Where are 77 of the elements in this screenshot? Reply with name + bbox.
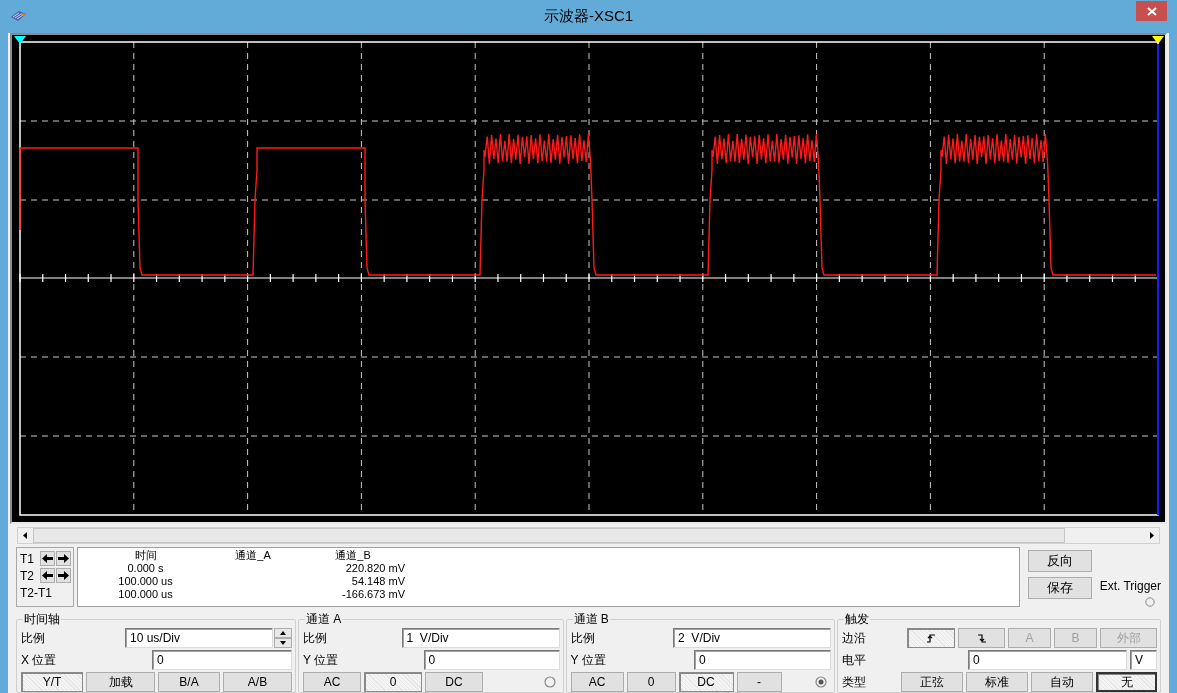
ext-trigger-label: Ext. Trigger — [1099, 579, 1161, 593]
left-arrow-icon — [42, 571, 53, 580]
field-label: 电平 — [842, 651, 868, 669]
mode-button[interactable]: B/A — [158, 672, 220, 692]
column-header: 时间 — [133, 549, 158, 562]
right-arrow-icon — [58, 571, 69, 580]
group-title: 通道 A — [305, 611, 343, 628]
level-field[interactable]: 0 — [968, 650, 1127, 670]
mode-button[interactable]: AC — [303, 672, 361, 692]
cursor-move-button[interactable] — [56, 551, 71, 566]
cursor-move-button[interactable] — [56, 568, 71, 583]
scale-field[interactable]: 10 us/Div — [125, 628, 273, 648]
mode-button[interactable]: 0 — [626, 672, 676, 692]
terminal-icon[interactable] — [815, 676, 828, 688]
table-cell-text: 54.148 mV — [350, 575, 406, 588]
type-button[interactable]: 无 — [1096, 672, 1157, 692]
scrollbar-thumb[interactable] — [33, 528, 1065, 543]
cursor-label: T2 — [20, 568, 35, 583]
mode-button[interactable]: 0 — [364, 672, 422, 692]
field-label: 比例 — [21, 629, 46, 647]
position-field[interactable]: 0 — [694, 650, 832, 670]
mode-button[interactable]: AC — [570, 672, 624, 692]
column-header: 通道_B — [334, 549, 372, 562]
table-cell-text: 0.000 s — [126, 562, 165, 575]
type-button[interactable]: 标准 — [966, 672, 1028, 692]
cursor-marker[interactable] — [1152, 36, 1164, 44]
type-button[interactable]: 自动 — [1031, 672, 1093, 692]
position-field[interactable]: 0 — [423, 650, 560, 670]
mode-button[interactable]: 加载 — [86, 672, 155, 692]
edge-button[interactable] — [958, 628, 1005, 648]
table-cell-text: 100.000 us — [117, 575, 174, 588]
up-arrow-icon — [280, 631, 286, 635]
field-label: X 位置 — [21, 651, 58, 669]
window-title: 示波器-XSC1 — [543, 6, 634, 26]
field-label: 类型 — [842, 673, 868, 691]
cursor-label: T2-T1 — [20, 585, 53, 600]
unit-field[interactable]: V — [1130, 650, 1157, 670]
scale-field[interactable]: 2 V/Div — [673, 628, 832, 648]
field-label: 比例 — [303, 629, 328, 647]
table-cell-text: -166.673 mV — [341, 588, 406, 601]
arrow-icon — [23, 532, 27, 539]
action-button[interactable]: 反向 — [1027, 550, 1092, 572]
mode-button[interactable]: A/B — [223, 672, 292, 692]
left-arrow-icon — [42, 554, 53, 563]
group-title: 触发 — [844, 611, 871, 628]
mode-button[interactable]: DC — [425, 672, 483, 692]
terminal-icon[interactable] — [543, 676, 556, 688]
spin-button[interactable] — [274, 628, 292, 648]
mode-button[interactable]: DC — [678, 672, 734, 692]
down-arrow-icon — [280, 641, 286, 645]
group-title: 时间轴 — [23, 611, 61, 628]
field-label: Y 位置 — [570, 651, 607, 669]
cursor-marker[interactable] — [14, 36, 26, 44]
close-button[interactable] — [1136, 1, 1167, 21]
mode-button[interactable]: Y/T — [21, 672, 83, 692]
scale-field[interactable]: 1 V/Div — [401, 628, 560, 648]
edge-icon — [926, 633, 936, 643]
field-label: 边沿 — [842, 629, 868, 647]
column-header: 通道_A — [234, 549, 272, 562]
right-arrow-icon — [58, 554, 69, 563]
table-cell-text: 100.000 us — [117, 588, 174, 601]
table-cell-text: 220.820 mV — [344, 562, 406, 575]
field-label: 比例 — [570, 629, 596, 647]
cursor-move-button[interactable] — [40, 551, 55, 566]
close-icon — [1146, 6, 1157, 16]
mode-button[interactable]: - — [736, 672, 782, 692]
position-field[interactable]: 0 — [152, 650, 292, 670]
type-button[interactable]: 正弦 — [901, 672, 963, 692]
action-button[interactable]: 保存 — [1027, 577, 1092, 599]
edge-icon — [976, 633, 987, 643]
cursor-move-button[interactable] — [40, 568, 55, 583]
app-icon — [10, 10, 27, 22]
arrow-icon — [1150, 532, 1154, 539]
edge-button[interactable] — [907, 628, 955, 648]
cursor-label: T1 — [20, 551, 35, 566]
field-label: Y 位置 — [303, 651, 340, 669]
group-title: 通道 B — [572, 611, 610, 628]
